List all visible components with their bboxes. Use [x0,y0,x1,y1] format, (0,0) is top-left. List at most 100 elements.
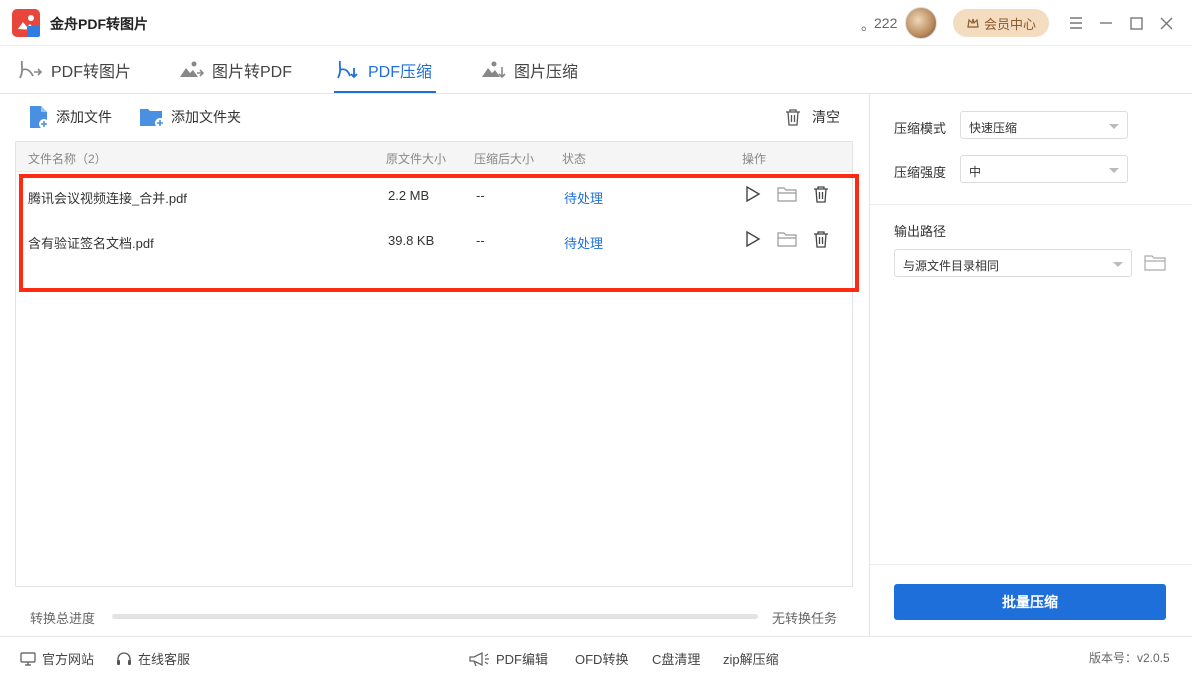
table-row[interactable]: 含有验证签名文档.pdf 39.8 KB -- 待处理 [16,218,852,263]
maximize-icon [1129,16,1143,30]
file-table: 文件名称（2） 原文件大小 压缩后大小 状态 操作 腾讯会议视频连接_合并.pd… [15,141,853,587]
tab-label: PDF转图片 [51,64,132,81]
trash-icon [814,231,828,248]
tab-bar: PDF转图片 图片转PDF PDF压缩 图片压缩 [0,46,1192,94]
file-list-pane: 添加文件 添加文件夹 清空 文件名称（2） 原文件大小 压缩后大小 状态 操作 [0,94,869,636]
pdf-edit-label: PDF编辑 [496,652,549,667]
minimize-button[interactable] [1095,12,1117,34]
clear-label: 清空 [812,109,840,125]
tab-pdf-to-image[interactable]: PDF转图片 [17,46,131,94]
pdf-to-image-icon [19,60,43,79]
folder-icon [1144,255,1166,271]
monitor-icon [20,651,36,666]
file-toolbar: 添加文件 添加文件夹 清空 [0,94,869,140]
play-icon [746,230,761,248]
tab-label: PDF压缩 [368,64,433,81]
disk-clean-link[interactable]: C盘清理 [652,649,700,668]
image-to-pdf-icon [180,61,204,77]
unzip-link[interactable]: zip解压缩 [723,649,779,668]
image-compress-icon [482,61,506,79]
ofd-convert-link[interactable]: OFD转换 [575,649,628,668]
start-button[interactable] [742,183,764,205]
file-name: 腾讯会议视频连接_合并.pdf [28,191,187,206]
maximize-button[interactable] [1125,12,1147,34]
delete-button[interactable] [810,183,832,205]
title-bar: 金舟PDF转图片 。 222 会员中心 [0,0,1192,46]
strength-value: 中 [969,165,982,179]
progress-area: 转换总进度 无转换任务 [0,600,869,632]
trash-icon [814,186,828,203]
mode-value: 快速压缩 [969,121,1018,135]
header-original-size: 原文件大小 [386,152,447,166]
folder-icon [777,232,797,247]
progress-status: 无转换任务 [772,611,838,626]
hamburger-icon [1070,17,1082,29]
clear-button[interactable]: 清空 [784,104,840,130]
output-path-label: 输出路径 [894,224,947,239]
header-file-name: 文件名称（2） [28,152,107,166]
options-pane: 压缩模式 快速压缩 压缩强度 中 输出路径 与源文件目录相同 批量压缩 [869,94,1192,636]
member-center-button[interactable]: 会员中心 [953,9,1049,37]
add-file-icon [30,106,49,129]
ofd-convert-label: OFD转换 [575,652,629,667]
play-icon [746,185,761,203]
status-text: 待处理 [564,191,604,206]
status-text: 待处理 [564,236,604,251]
table-row[interactable]: 腾讯会议视频连接_合并.pdf 2.2 MB -- 待处理 [16,173,852,218]
original-size: 39.8 KB [388,233,435,248]
header-status: 状态 [562,152,587,166]
chevron-down-icon [1109,124,1119,129]
headset-icon [117,651,131,665]
divider [870,204,1192,205]
progress-label: 转换总进度 [30,611,96,626]
add-file-button[interactable]: 添加文件 [28,104,112,130]
batch-compress-button[interactable]: 批量压缩 [894,584,1166,620]
table-header: 文件名称（2） 原文件大小 压缩后大小 状态 操作 [16,142,852,172]
tab-label: 图片压缩 [514,64,579,81]
compressed-size: -- [476,233,485,248]
delete-button[interactable] [810,228,832,250]
output-path-select[interactable]: 与源文件目录相同 [894,249,1132,277]
open-folder-button[interactable] [776,183,798,205]
chevron-down-icon [1113,262,1123,267]
user-name[interactable]: 222 [874,15,897,31]
tab-image-compress[interactable]: 图片压缩 [480,46,578,94]
original-size: 2.2 MB [388,188,430,203]
footer: 官方网站 在线客服 PDF编辑 OFD转换 C盘清理 zip解压缩 版本号：v2… [0,636,1192,674]
add-folder-label: 添加文件夹 [171,109,241,125]
member-center-label: 会员中心 [983,16,1036,32]
add-folder-button[interactable]: 添加文件夹 [139,104,241,130]
tab-image-to-pdf[interactable]: 图片转PDF [178,46,292,94]
close-icon [1160,17,1172,29]
megaphone-icon [469,651,489,666]
compressed-size: -- [476,188,485,203]
file-name: 含有验证签名文档.pdf [28,236,154,251]
strength-select[interactable]: 中 [960,155,1128,183]
support-link[interactable]: 在线客服 [116,649,190,668]
crown-icon [967,18,979,28]
divider [870,564,1192,565]
mode-select[interactable]: 快速压缩 [960,111,1128,139]
support-label: 在线客服 [138,652,191,667]
close-button[interactable] [1155,12,1177,34]
menu-button[interactable] [1065,12,1087,34]
start-button[interactable] [742,228,764,250]
avatar[interactable] [905,7,937,39]
app-title: 金舟PDF转图片 [50,16,148,32]
pdf-compress-icon [337,60,358,79]
website-link[interactable]: 官方网站 [20,649,94,668]
disk-clean-label: C盘清理 [652,652,701,667]
version-text: 版本号：v2.0.5 [1089,651,1170,665]
website-label: 官方网站 [42,652,95,667]
open-folder-button[interactable] [776,228,798,250]
minimize-icon [1100,22,1112,24]
header-actions: 操作 [742,152,767,166]
app-logo-icon [12,9,40,37]
tab-pdf-compress[interactable]: PDF压缩 [334,46,436,94]
browse-folder-button[interactable] [1144,254,1168,274]
pdf-edit-link[interactable]: PDF编辑 [468,649,548,668]
tab-label: 图片转PDF [212,64,293,81]
mode-label: 压缩模式 [894,121,947,136]
add-folder-icon [140,109,165,128]
chevron-down-icon [1109,168,1119,173]
